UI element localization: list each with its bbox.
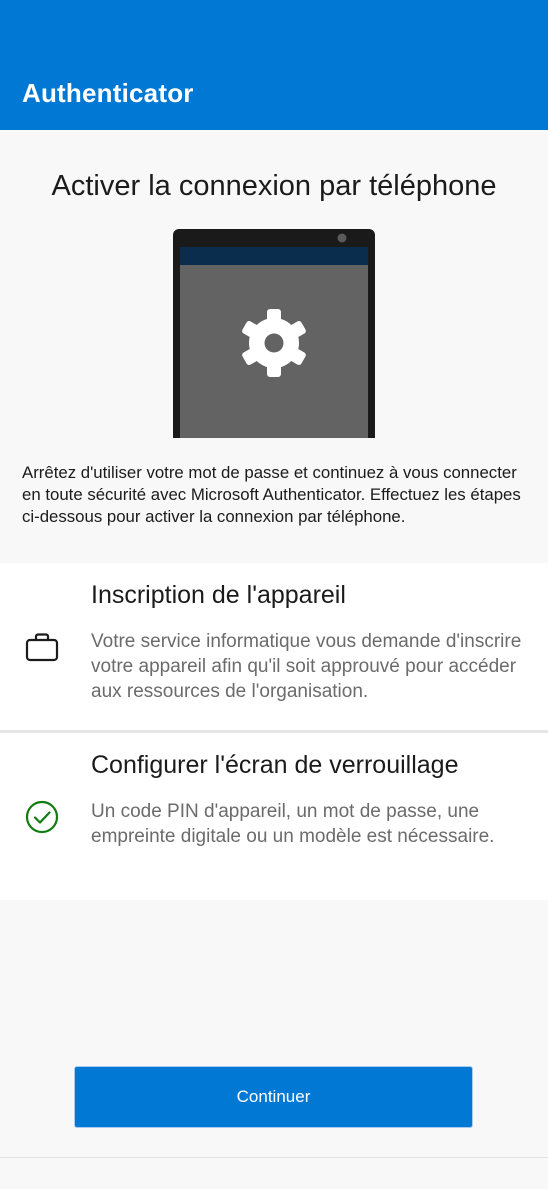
- bottom-divider: [0, 1157, 548, 1158]
- step-device-registration: Inscription de l'appareil Votre service …: [0, 563, 548, 730]
- step-description: Votre service informatique vous demande …: [91, 631, 522, 702]
- app-title: Authenticator: [22, 78, 194, 108]
- phone-illustration-graphic: [173, 229, 375, 444]
- page-title: Activer la connexion par téléphone: [51, 170, 497, 202]
- step-description: Un code PIN d'appareil, un mot de passe,…: [91, 801, 495, 847]
- check-circle-icon: [24, 799, 60, 835]
- continue-button[interactable]: Continuer: [75, 1067, 472, 1127]
- app-bar: Authenticator: [0, 0, 548, 130]
- step-lock-screen: Configurer l'écran de verrouillage Un co…: [0, 733, 548, 900]
- briefcase-icon: [24, 629, 60, 665]
- phone-illustration: [173, 229, 375, 444]
- intro-text: Arrêtez d'utiliser votre mot de passe et…: [22, 463, 521, 526]
- step-title: Inscription de l'appareil: [91, 581, 346, 609]
- step-title: Configurer l'écran de verrouillage: [91, 751, 459, 779]
